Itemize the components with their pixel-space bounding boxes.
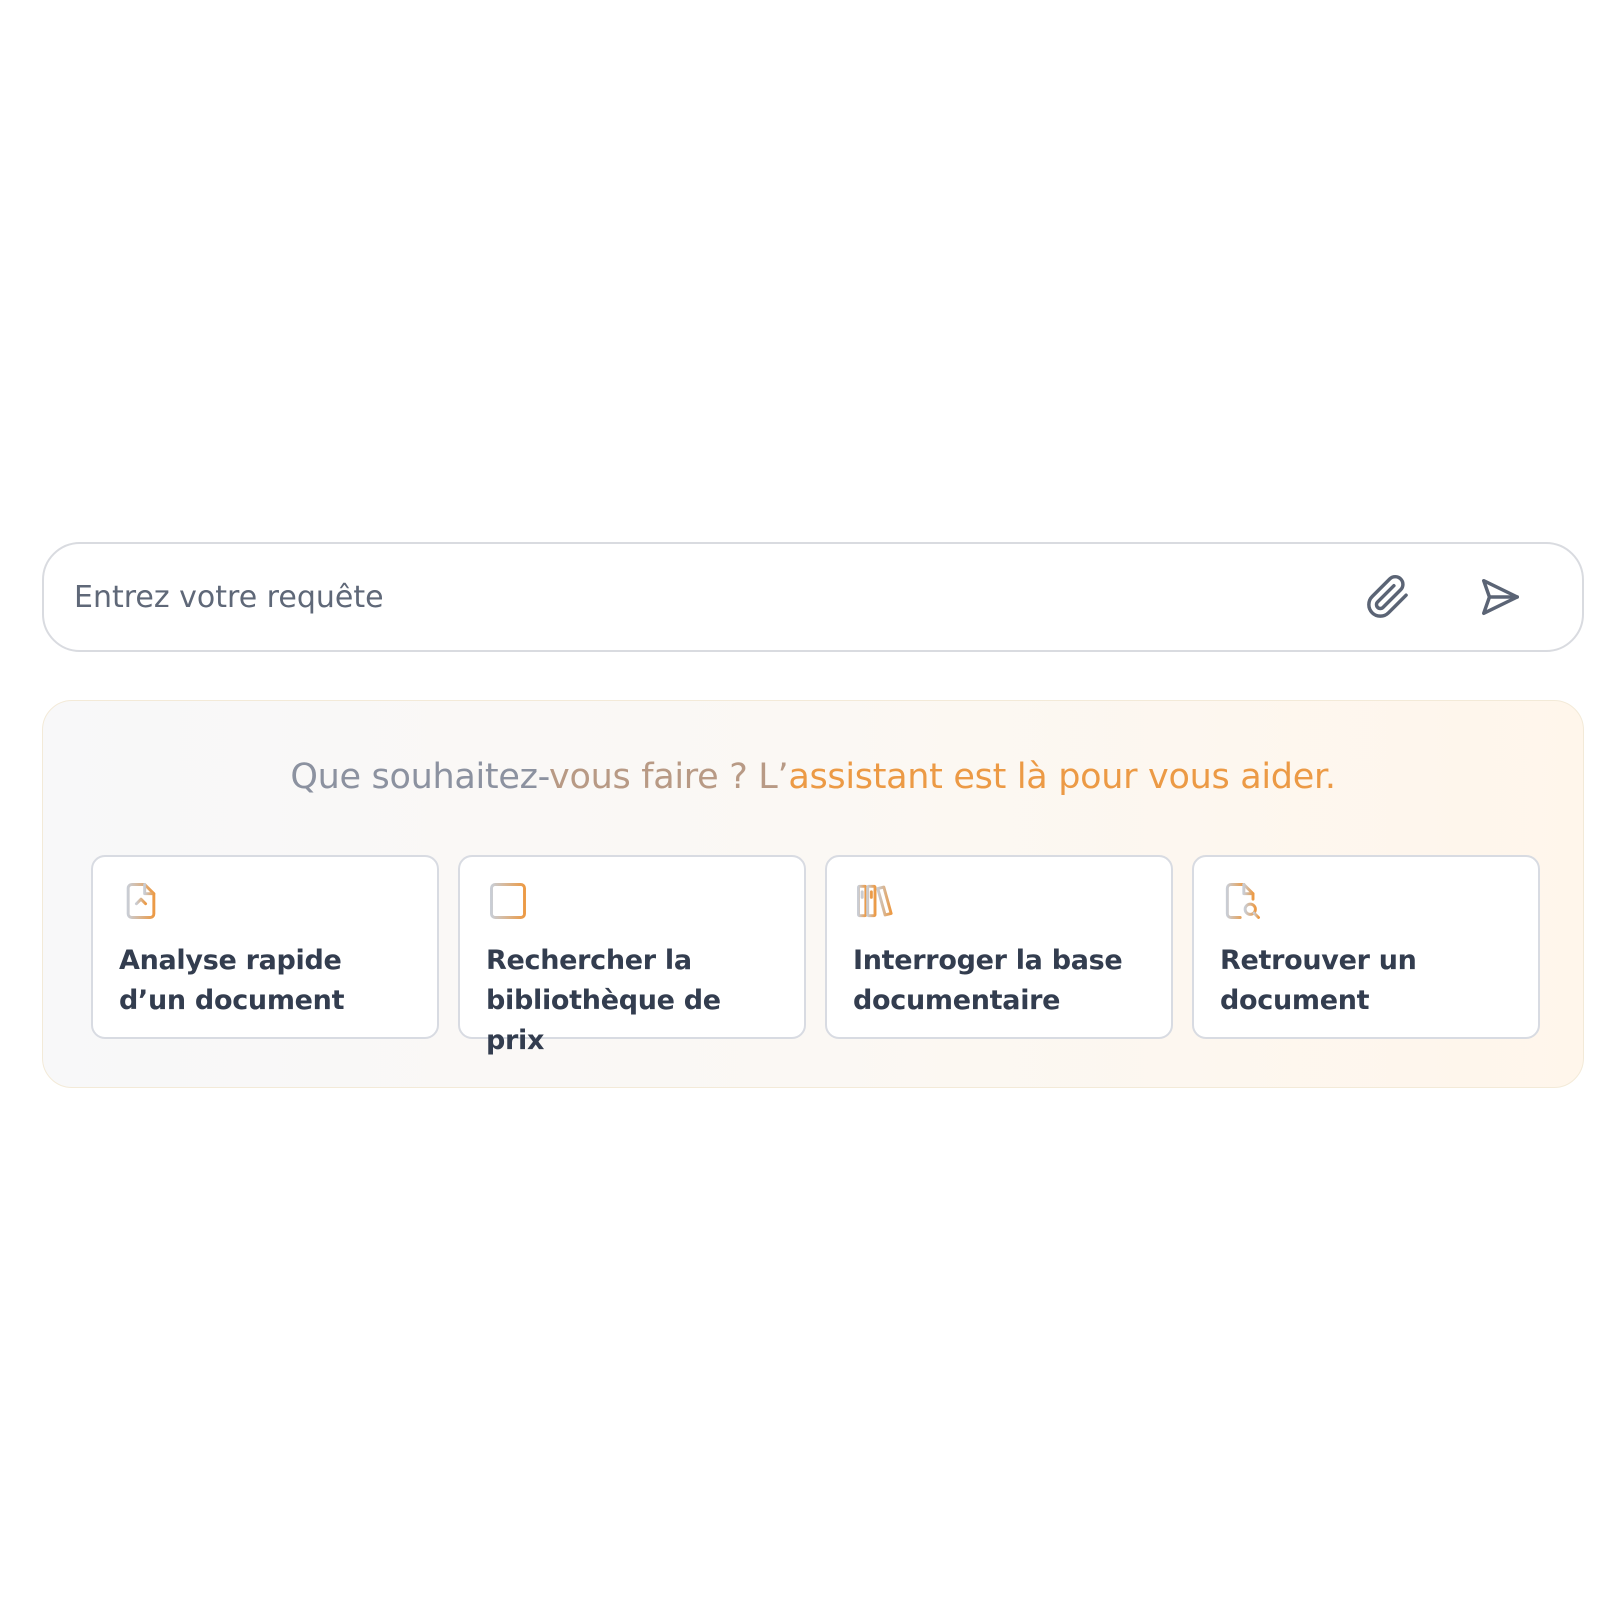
panel-title: Que souhaitez-vous faire ? L’assistant e… xyxy=(43,757,1583,797)
suggestions-panel: Que souhaitez-vous faire ? L’assistant e… xyxy=(42,700,1584,1088)
action-card-label: Interroger la base documentaire xyxy=(853,945,1123,1016)
action-card-analyse[interactable]: Analyse rapide d’un document xyxy=(91,855,439,1039)
action-card-label: Rechercher la bibliothèque de prix xyxy=(486,945,721,1056)
action-cards: Analyse rapide d’un document Rechercher … xyxy=(91,855,1540,1056)
query-bar xyxy=(42,542,1584,652)
action-card-knowledge-base[interactable]: Interroger la base documentaire xyxy=(825,855,1173,1039)
send-button[interactable] xyxy=(1468,565,1532,629)
action-card-label: Analyse rapide d’un document xyxy=(119,945,345,1016)
panel-title-part1: Que souhaitez- xyxy=(290,757,550,797)
assistant-home: Que souhaitez-vous faire ? L’assistant e… xyxy=(0,0,1620,1620)
send-icon xyxy=(1481,578,1519,616)
library-icon xyxy=(857,884,893,918)
file-upload-icon xyxy=(126,883,156,919)
query-input[interactable] xyxy=(44,544,1356,650)
panel-title-part2: vous faire ? L’ xyxy=(549,757,789,797)
attach-button[interactable] xyxy=(1356,565,1420,629)
file-search-icon xyxy=(1225,883,1260,919)
paperclip-icon xyxy=(1367,574,1408,618)
table-icon xyxy=(490,883,526,919)
action-card-find-document[interactable]: Retrouver un document xyxy=(1192,855,1540,1039)
action-card-label: Retrouver un document xyxy=(1220,945,1417,1016)
action-card-price-library[interactable]: Rechercher la bibliothèque de prix xyxy=(458,855,806,1056)
panel-title-part3: assistant est là pour vous aider. xyxy=(788,757,1336,797)
